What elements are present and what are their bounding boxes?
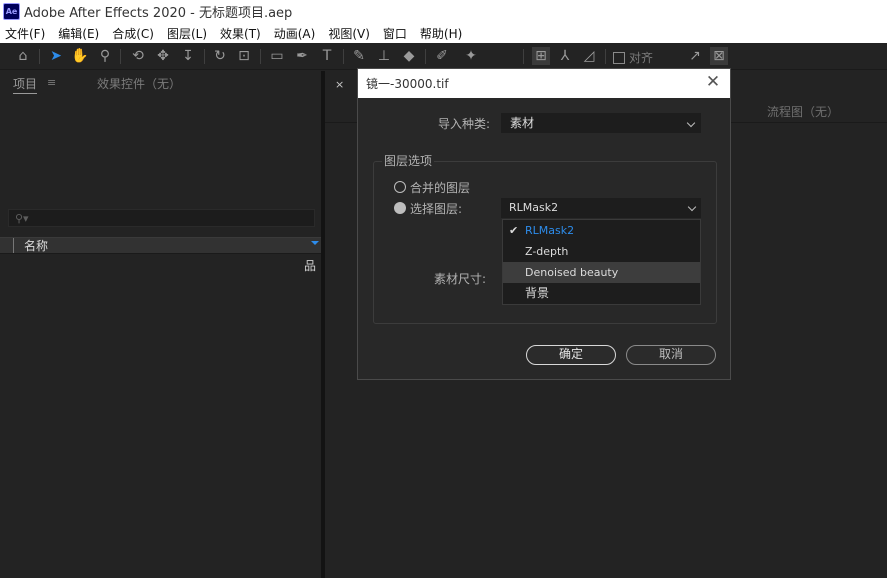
- eraser-tool-icon[interactable]: ◆: [400, 47, 418, 65]
- checkmark-icon: ✔: [509, 224, 519, 237]
- menu-view[interactable]: 视图(V): [328, 25, 370, 42]
- pan-camera-tool-icon[interactable]: ✥: [154, 47, 172, 65]
- toolbar-separator: [425, 49, 426, 64]
- comp-tab-close-icon[interactable]: ×: [335, 78, 344, 91]
- menu-animation[interactable]: 动画(A): [274, 25, 316, 42]
- label-column-icon[interactable]: [13, 238, 18, 253]
- close-icon[interactable]: ✕: [704, 72, 722, 92]
- tab-flowchart[interactable]: 流程图（无）: [767, 103, 839, 120]
- menu-edit[interactable]: 编辑(E): [58, 25, 99, 42]
- column-name-header[interactable]: 名称: [24, 237, 48, 254]
- toolbar-separator: [39, 49, 40, 64]
- menu-help[interactable]: 帮助(H): [420, 25, 462, 42]
- toolbar-separator: [120, 49, 121, 64]
- ok-button[interactable]: 确定: [526, 345, 616, 365]
- search-icon: ⚲▾: [15, 211, 29, 225]
- menu-composition[interactable]: 合成(C): [112, 25, 154, 42]
- project-column-header: 名称: [0, 237, 321, 254]
- pan-behind-tool-icon[interactable]: ⊡: [235, 47, 253, 65]
- layer-option-label: 背景: [525, 286, 550, 300]
- choose-layer-radio[interactable]: [394, 202, 406, 214]
- view-axis-mode-icon[interactable]: ◿: [580, 47, 598, 65]
- rotation-tool-icon[interactable]: ↻: [211, 47, 229, 65]
- selection-tool-icon[interactable]: ➤: [47, 47, 65, 65]
- import-kind-value: 素材: [510, 116, 535, 130]
- tab-project[interactable]: 项目: [13, 75, 38, 94]
- layer-select-value: RLMask2: [509, 201, 559, 214]
- layer-option-denoised-beauty[interactable]: Denoised beauty: [503, 262, 700, 283]
- toolbar-separator: [204, 49, 205, 64]
- cancel-button[interactable]: 取消: [626, 345, 716, 365]
- world-axis-mode-icon[interactable]: ⅄: [556, 47, 574, 65]
- after-effects-logo: Ae: [3, 3, 20, 20]
- hand-tool-icon[interactable]: ✋: [71, 47, 89, 65]
- snap-options-icon[interactable]: ↗: [686, 47, 704, 65]
- toolbar-separator: [260, 49, 261, 64]
- menu-bar: 文件(F) 编辑(E) 合成(C) 图层(L) 效果(T) 动画(A) 视图(V…: [0, 23, 887, 43]
- tab-effect-controls[interactable]: 效果控件（无）: [97, 75, 181, 92]
- project-panel: 项目 ≡ 效果控件（无） ⚲▾ 名称 品: [0, 71, 321, 578]
- clone-stamp-tool-icon[interactable]: ⊥: [375, 47, 393, 65]
- tools-toolbar: ⌂ ➤ ✋ ⚲ ⟲ ✥ ↧ ↻ ⊡ ▭ ✒ T ✎ ⊥ ◆ ✐ ✦ ⊞ ⅄ ◿ …: [0, 43, 887, 70]
- footage-dimensions-label: 素材尺寸:: [434, 272, 487, 286]
- project-panel-tabs: 项目 ≡ 效果控件（无）: [0, 71, 321, 95]
- merged-layers-radio[interactable]: [394, 181, 406, 193]
- snapping-checkbox[interactable]: [613, 51, 625, 64]
- puppet-tool-icon[interactable]: ✦: [462, 47, 480, 65]
- snapping-toggle[interactable]: 对齐: [613, 49, 653, 66]
- menu-effect[interactable]: 效果(T): [220, 25, 261, 42]
- layer-option-label: Denoised beauty: [525, 266, 619, 279]
- import-kind-label: 导入种类:: [438, 117, 491, 131]
- project-search-input[interactable]: ⚲▾: [8, 209, 315, 227]
- chevron-down-icon: [687, 202, 697, 212]
- snapping-label: 对齐: [629, 51, 654, 65]
- layer-option-background[interactable]: 背景: [503, 283, 700, 304]
- rectangle-tool-icon[interactable]: ▭: [268, 47, 286, 65]
- brush-tool-icon[interactable]: ✎: [350, 47, 368, 65]
- home-icon[interactable]: ⌂: [14, 47, 32, 65]
- snap-mode-icon[interactable]: ⊠: [710, 47, 728, 65]
- layer-dropdown-list: ✔ RLMask2 Z-depth Denoised beauty 背景: [502, 219, 701, 305]
- orbit-camera-tool-icon[interactable]: ⟲: [129, 47, 147, 65]
- toolbar-separator: [343, 49, 344, 64]
- type-tool-icon[interactable]: T: [318, 47, 336, 65]
- menu-file[interactable]: 文件(F): [5, 25, 45, 42]
- import-layer-dialog: 镜一-30000.tif ✕ 导入种类: 素材 图层选项 合并的图层 选择图层:…: [357, 68, 731, 380]
- chevron-down-icon: [686, 118, 696, 128]
- layer-option-label: RLMask2: [525, 224, 575, 237]
- dialog-title: 镜一-30000.tif: [366, 77, 449, 91]
- local-axis-mode-icon[interactable]: ⊞: [532, 47, 550, 65]
- layer-option-label: Z-depth: [525, 245, 569, 258]
- project-flowchart-icon[interactable]: 品: [304, 257, 316, 274]
- choose-layer-label[interactable]: 选择图层:: [410, 200, 462, 217]
- pen-tool-icon[interactable]: ✒: [293, 47, 311, 65]
- zoom-tool-icon[interactable]: ⚲: [96, 47, 114, 65]
- dolly-camera-tool-icon[interactable]: ↧: [179, 47, 197, 65]
- menu-window[interactable]: 窗口: [383, 25, 407, 42]
- import-kind-select[interactable]: 素材: [501, 113, 701, 133]
- toolbar-separator: [523, 49, 524, 64]
- merged-layers-label[interactable]: 合并的图层: [410, 179, 470, 196]
- sort-indicator-icon: [311, 241, 319, 245]
- roto-brush-tool-icon[interactable]: ✐: [433, 47, 451, 65]
- layer-select[interactable]: RLMask2: [501, 198, 701, 218]
- layer-option-z-depth[interactable]: Z-depth: [503, 241, 700, 262]
- dialog-title-bar: 镜一-30000.tif ✕: [358, 69, 730, 98]
- title-bar: Ae Adobe After Effects 2020 - 无标题项目.aep: [0, 0, 887, 23]
- menu-layer[interactable]: 图层(L): [167, 25, 207, 42]
- panel-menu-icon[interactable]: ≡: [47, 76, 56, 89]
- window-title: Adobe After Effects 2020 - 无标题项目.aep: [24, 6, 293, 21]
- toolbar-separator: [605, 49, 606, 64]
- layer-option-rlmask2[interactable]: ✔ RLMask2: [503, 220, 700, 241]
- layer-options-title: 图层选项: [382, 152, 435, 169]
